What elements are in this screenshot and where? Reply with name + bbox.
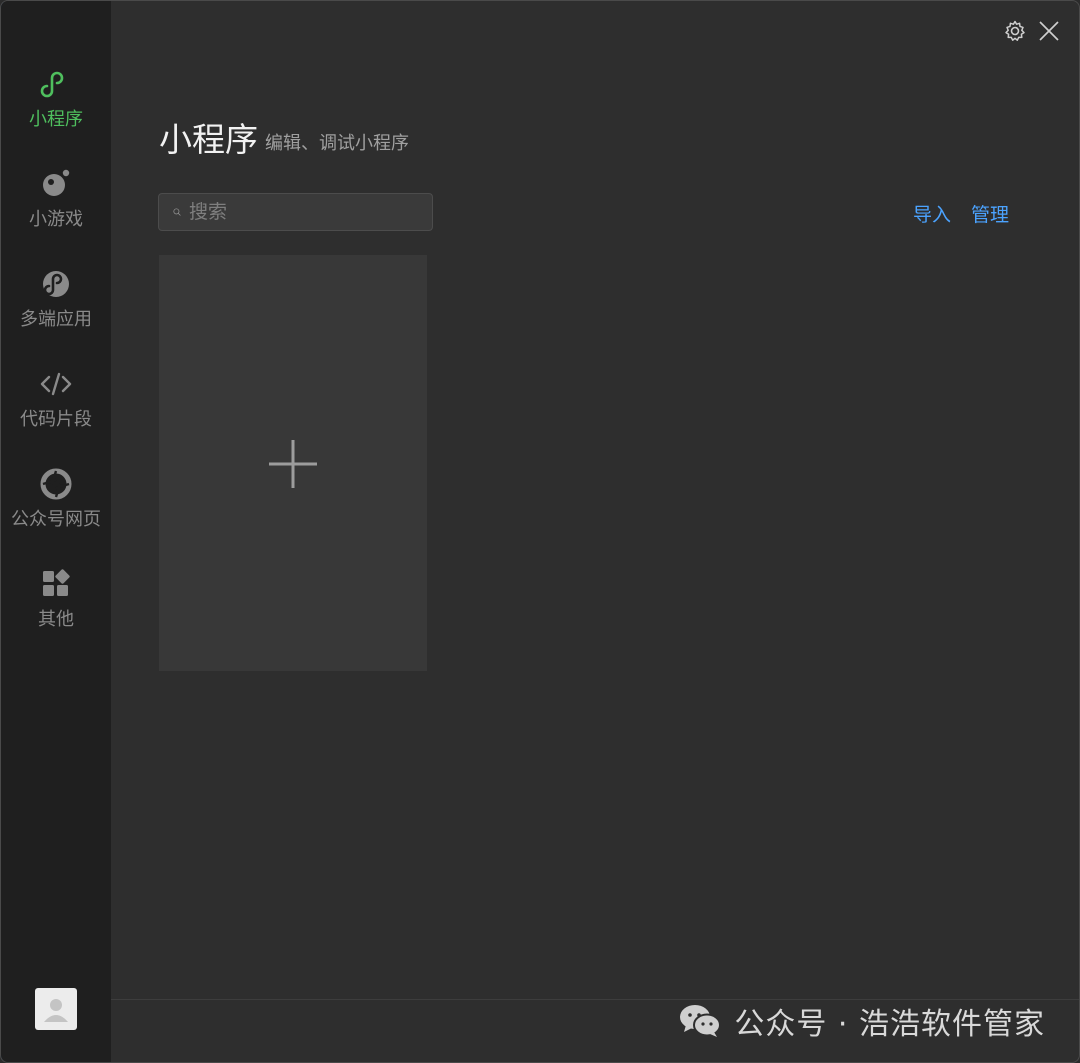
window-controls — [1003, 19, 1061, 43]
close-icon[interactable] — [1037, 19, 1061, 43]
code-snippet-icon — [40, 372, 72, 396]
sidebar: 小程序 小游戏 多端应用 代码片段 公众号网页 其他 — [1, 1, 111, 1062]
import-link[interactable]: 导入 — [913, 200, 951, 227]
sidebar-item-label: 代码片段 — [20, 409, 92, 430]
watermark-text: 公众号 · 浩浩软件管家 — [734, 1007, 1045, 1042]
sidebar-item-mini-program[interactable]: 小程序 — [1, 67, 111, 157]
plus-icon — [269, 440, 317, 488]
sidebar-item-label: 小程序 — [29, 109, 83, 130]
app-window: 小程序 小游戏 多端应用 代码片段 公众号网页 其他 小程序 编辑、调试小程序 … — [0, 0, 1080, 1063]
multi-platform-icon — [43, 271, 69, 297]
watermark: 公众号 · 浩浩软件管家 — [678, 1001, 1045, 1042]
other-apps-icon — [43, 569, 70, 596]
sidebar-item-official-account-web[interactable]: 公众号网页 — [1, 467, 111, 557]
search-input[interactable] — [189, 201, 432, 223]
gear-icon[interactable] — [1003, 19, 1027, 43]
mini-program-icon — [40, 71, 64, 98]
sidebar-item-mini-game[interactable]: 小游戏 — [1, 167, 111, 257]
avatar[interactable] — [35, 988, 77, 1030]
sidebar-item-other[interactable]: 其他 — [1, 567, 111, 657]
user-avatar-icon — [44, 999, 68, 1022]
sidebar-item-label: 多端应用 — [20, 309, 92, 330]
sidebar-item-multi-platform[interactable]: 多端应用 — [1, 267, 111, 357]
wechat-logo-icon — [680, 1005, 722, 1037]
action-links: 导入 管理 — [913, 200, 1009, 227]
page-title: 小程序 — [159, 120, 258, 159]
sidebar-item-code-snippet[interactable]: 代码片段 — [1, 367, 111, 457]
search-icon — [173, 208, 181, 216]
new-project-card[interactable] — [159, 255, 427, 671]
sidebar-item-label: 其他 — [38, 609, 74, 630]
search-box[interactable] — [158, 193, 433, 231]
sidebar-item-label: 小游戏 — [29, 209, 83, 230]
page-subtitle: 编辑、调试小程序 — [265, 133, 409, 154]
main-panel: 小程序 编辑、调试小程序 导入 管理 — [111, 1, 1079, 1062]
sidebar-item-label: 公众号网页 — [11, 509, 101, 530]
official-account-web-icon — [40, 468, 72, 500]
mini-game-icon — [43, 169, 70, 196]
manage-link[interactable]: 管理 — [971, 200, 1009, 227]
